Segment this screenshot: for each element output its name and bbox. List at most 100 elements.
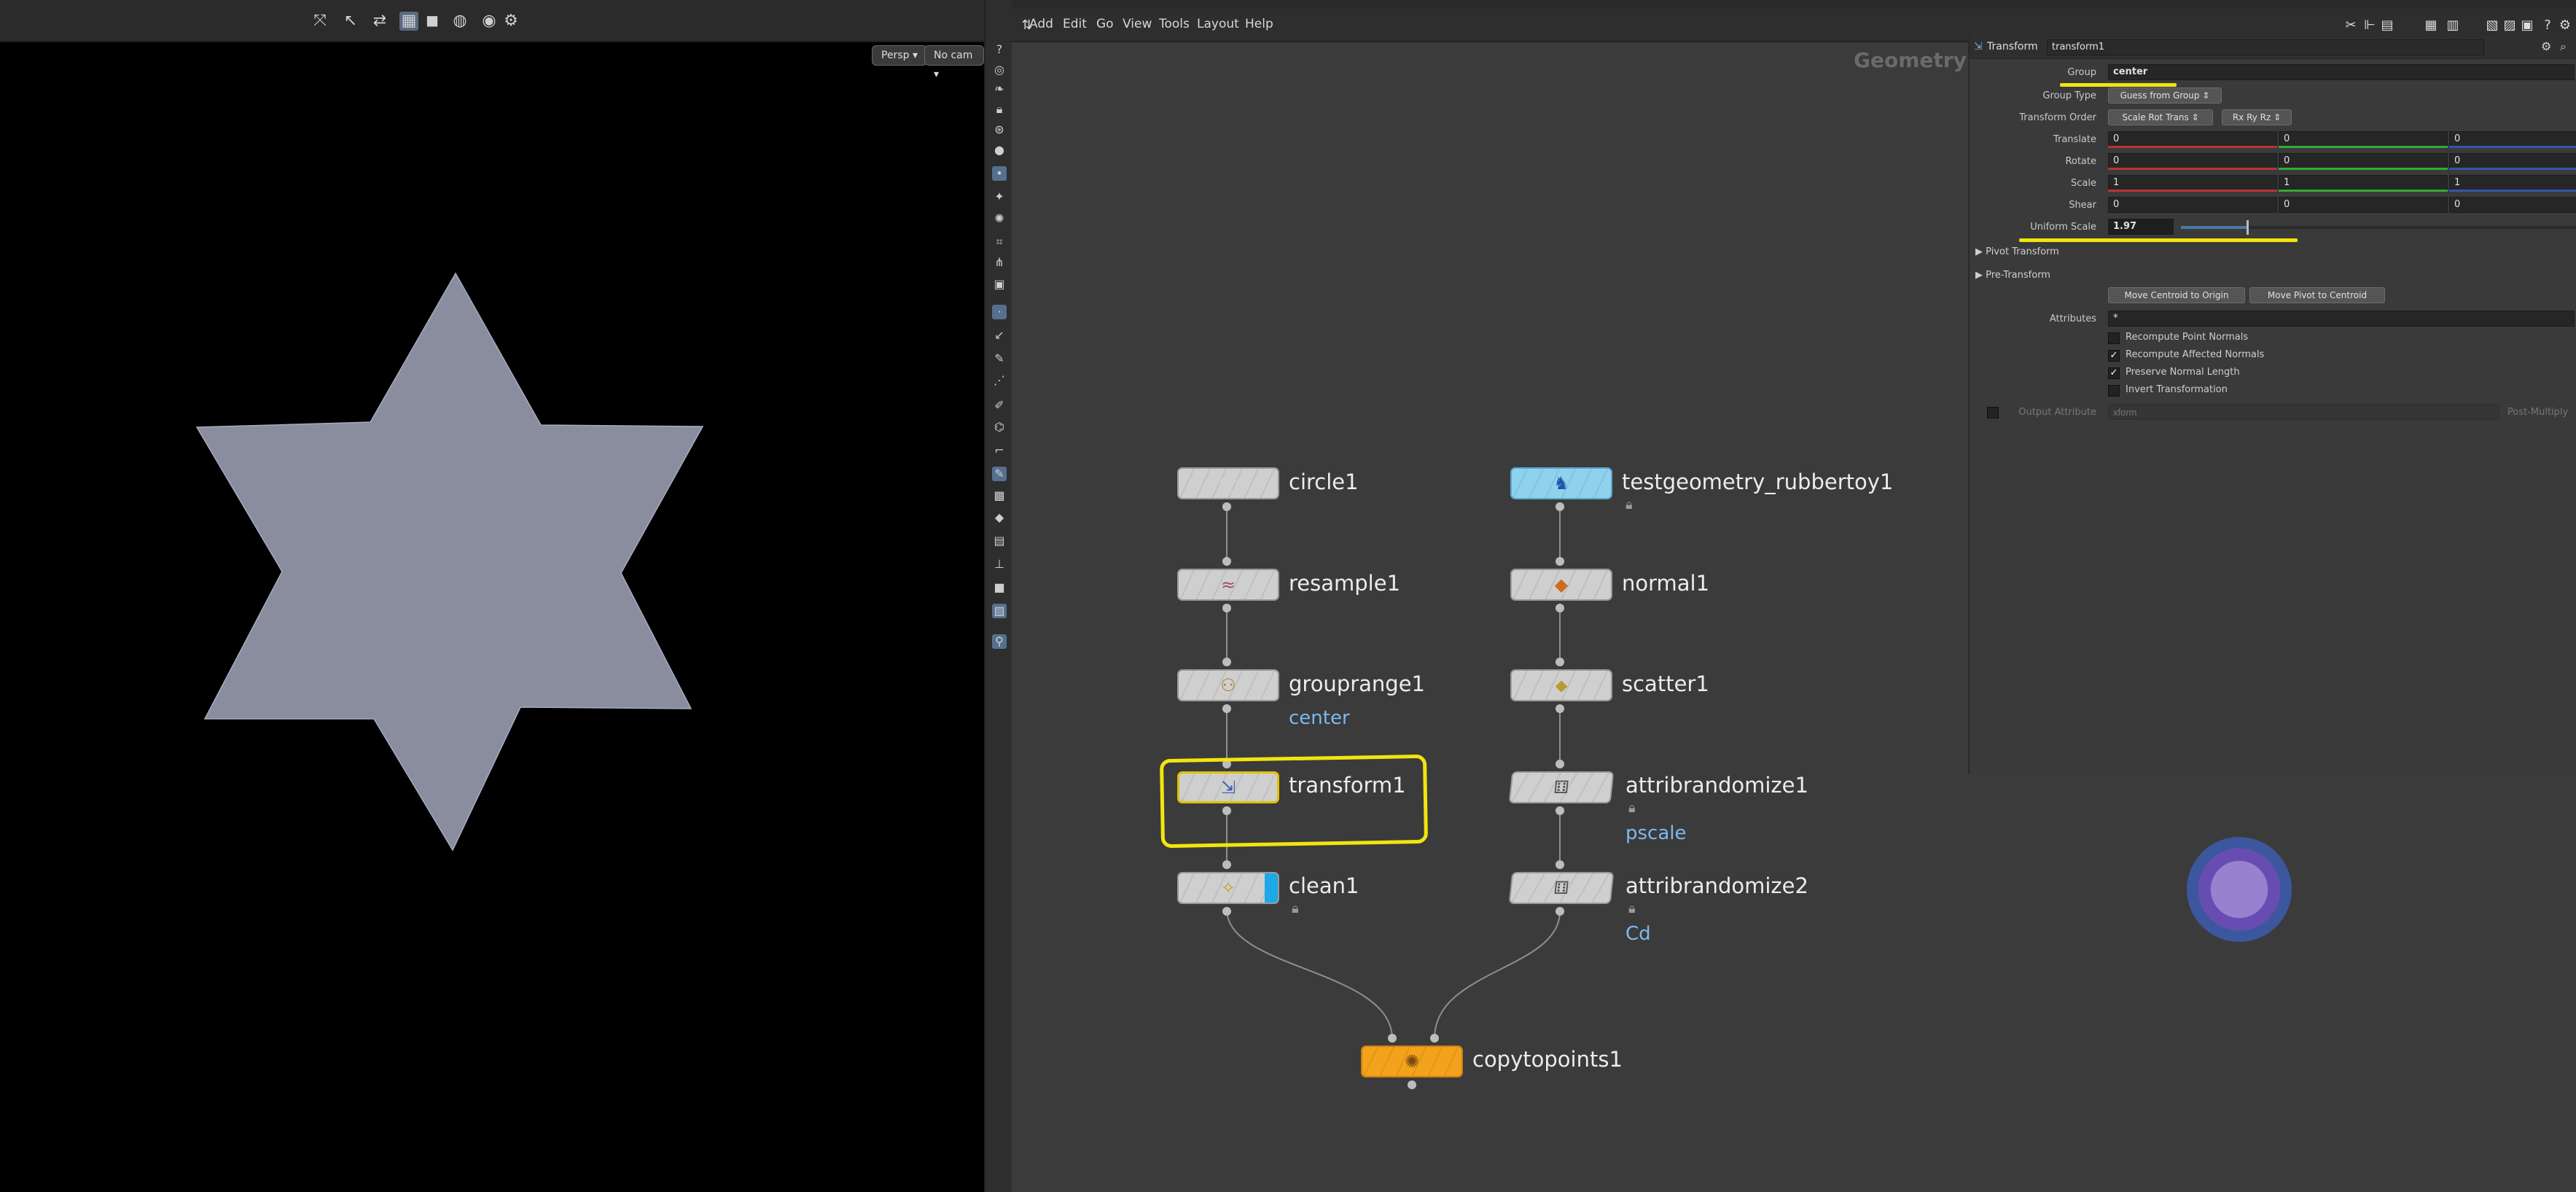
axis-icon[interactable]: ⊥ [992,557,1007,572]
ruler-icon[interactable]: ⌐ [992,443,1007,458]
box-icon[interactable]: ▩ [992,488,1007,503]
gear-icon[interactable]: ⚙ [2557,18,2573,33]
input-port[interactable] [1556,860,1564,869]
transform-order-dropdown[interactable]: Scale Rot Trans ⇕ [2108,109,2213,125]
rotate-z[interactable]: 0 [2449,153,2576,169]
square-icon[interactable]: ◼ [423,12,442,31]
shear-z[interactable]: 0 [2449,197,2576,213]
list-icon[interactable]: ▤ [2379,18,2395,33]
bulb-icon[interactable]: ✺ [992,211,1007,226]
rotate-x[interactable]: 0 [2108,153,2277,169]
select-arrow-icon[interactable]: ↖ [341,12,360,31]
input-port[interactable] [1388,1034,1397,1043]
search-icon[interactable]: ⌕ [2560,39,2567,54]
node-grouprange1[interactable]: ⚇ [1177,669,1279,701]
scale-x[interactable]: 1 [2108,175,2277,191]
menu-tools[interactable]: Tools [1159,17,1190,31]
light-icon[interactable]: ✦ [992,190,1007,204]
output-port[interactable] [1556,502,1564,511]
recompute-affected-normals-checkbox[interactable]: ✓ [2108,350,2120,362]
node-icon[interactable]: ⋔ [992,255,1007,270]
input-port[interactable] [1556,557,1564,566]
rotate-y[interactable]: 0 [2279,153,2448,169]
group-type-dropdown[interactable]: Guess from Group ⇕ [2108,87,2222,104]
sticky-icon[interactable]: ▨ [2502,18,2518,33]
gear-icon[interactable]: ⚙ [2541,39,2551,53]
node-scatter1[interactable]: ⬥ [1510,669,1612,701]
move-pivot-button[interactable]: Move Pivot to Centroid [2249,287,2385,303]
recompute-point-normals-checkbox[interactable] [2108,332,2120,344]
move-centroid-button[interactable]: Move Centroid to Origin [2108,287,2245,303]
input-port[interactable] [1222,860,1231,869]
node-copytopoints1[interactable]: ✺ [1361,1045,1463,1078]
pin-icon[interactable]: ⚲ [992,634,1007,649]
help-net-icon[interactable]: ? [2540,18,2556,33]
camera-icon[interactable]: ◉ [480,12,499,31]
node-normal1[interactable]: ◆ [1510,569,1612,601]
graph-icon[interactable]: ⋰ [992,373,1007,388]
attributes-field[interactable]: * [2108,311,2575,327]
output-port[interactable] [1222,704,1231,713]
input-port[interactable] [1222,658,1231,666]
output-port[interactable] [1408,1080,1416,1089]
pen-icon[interactable]: ✎ [992,351,1007,366]
point-icon[interactable]: • [992,166,1007,181]
tree-icon[interactable]: ⊩ [2362,18,2378,33]
output-attribute-field[interactable] [2108,404,2499,420]
image-view-icon[interactable]: ▣ [2519,18,2535,33]
pre-transform-folder[interactable]: ▶ Pre-Transform [1975,270,2050,281]
menu-add[interactable]: Add [1029,17,1053,31]
menu-go[interactable]: Go [1096,17,1114,31]
output-port[interactable] [1556,907,1564,916]
tweak-icon[interactable]: ⌗ [992,235,1007,249]
scale-z[interactable]: 1 [2449,175,2576,191]
rotate-order-dropdown[interactable]: Rx Ry Rz ⇕ [2222,109,2292,125]
preserve-normal-length-checkbox[interactable]: ✓ [2108,367,2120,379]
menu-layout[interactable]: Layout [1197,17,1239,31]
translate-y[interactable]: 0 [2279,131,2448,147]
node-testgeometry-rubbertoy1[interactable]: ♞ [1510,467,1612,499]
output-port[interactable] [1222,604,1231,612]
shear-y[interactable]: 0 [2279,197,2448,213]
map-icon[interactable]: ▤ [992,534,1007,548]
leaf-icon[interactable]: ❧ [992,82,1007,96]
orbit-icon[interactable]: ⊛ [992,122,1007,137]
scene-viewport[interactable]: ⤧ ↖ ⇄ ▦ ◼ ◍ ◉ ⚙ Persp ▾ No cam ▾ [0,0,984,1192]
swap-icon[interactable]: ⇄ [370,12,389,31]
image-icon[interactable]: ▨ [992,604,1007,618]
edit-icon[interactable]: ✎ [992,467,1007,481]
lock-icon[interactable]: 🔒︎ [992,102,1007,117]
output-port[interactable] [1222,502,1231,511]
stop-icon[interactable]: ■ [992,580,1007,595]
display-flag[interactable] [1265,873,1278,903]
node-resample1[interactable]: ≈ [1177,569,1279,601]
translate-z[interactable]: 0 [2449,131,2576,147]
paint-icon[interactable]: ✐ [992,398,1007,413]
menu-view[interactable]: View [1123,17,1152,31]
grid-icon[interactable]: ▦ [399,12,418,31]
grid-view-icon[interactable]: ▦ [2423,18,2439,33]
node-name-field[interactable]: transform1 [2047,39,2484,55]
input-port[interactable] [1430,1034,1439,1043]
select-point-icon[interactable]: · [992,305,1007,319]
input-port[interactable] [1556,760,1564,768]
translate-x[interactable]: 0 [2108,131,2277,147]
menu-edit[interactable]: Edit [1063,17,1087,31]
pivot-transform-folder[interactable]: ▶ Pivot Transform [1975,246,2059,257]
snap-icon[interactable]: ⤧ [311,12,329,31]
sphere-icon[interactable]: ● [992,143,1007,157]
arrow-icon[interactable]: ↙ [992,328,1007,343]
input-port[interactable] [1222,557,1231,566]
brush-icon[interactable]: ⌬ [992,420,1007,435]
diamond-icon[interactable]: ◆ [992,510,1007,525]
input-port[interactable] [1556,658,1564,666]
node-attribrandomize1[interactable]: ⚅ [1508,771,1615,803]
help-icon[interactable]: ? [992,42,1007,57]
node-circle1[interactable]: ◯ [1177,467,1279,499]
invert-transformation-checkbox[interactable] [2108,385,2120,397]
wrench-icon[interactable]: ✂ [2343,18,2359,33]
node-clean1[interactable]: ✧ [1177,872,1279,904]
settings-icon[interactable]: ⚙ [501,12,520,31]
output-port[interactable] [1556,806,1564,815]
output-port[interactable] [1556,704,1564,713]
